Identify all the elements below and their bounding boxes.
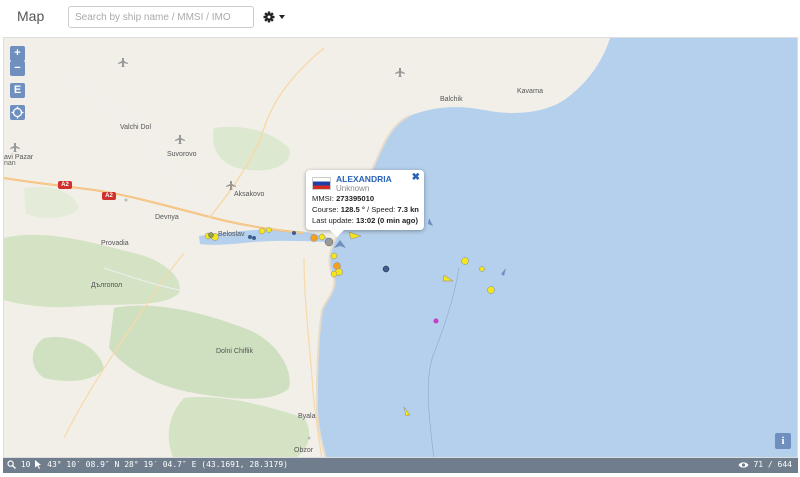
app-title[interactable]: Map [17,8,44,24]
popup-mmsi: MMSI: 273395010 [312,194,375,203]
zoom-out-button[interactable]: − [10,61,25,76]
place-nan: nan [4,160,16,167]
place-aksakovo: Aksakovo [234,191,265,198]
crosshair-icon [11,106,24,119]
place-devnya: Devnya [155,214,179,221]
caret-down-icon [279,15,285,19]
popup-last-update: Last update: 13:02 (0 min ago) [312,216,418,225]
popup-course-speed: Course: 128.5 ° / Speed: 7.3 kn [312,205,419,214]
place-valchi-dol: Valchi Dol [120,124,151,131]
zoom-level: 10 [20,460,31,469]
place-suvorovo: Suvorovo [167,151,197,158]
visible-vessel-count: 71 / 644 [753,460,792,469]
settings-dropdown[interactable] [262,8,288,26]
status-right: 71 / 644 [738,460,792,469]
info-button[interactable]: i [775,433,791,449]
map-canvas[interactable]: Valchi Dol Suvorovo avi Pazar nan Aksako… [3,37,798,458]
status-bar: 10 43° 10′ 08.9″ N 28° 19′ 04.7″ E (43.1… [3,458,798,473]
vessel-popup: ALEXANDRIA Unknown ✖ MMSI: 273395010 Cou… [306,170,424,237]
top-bar: Map [0,0,800,36]
place-provadia: Provadia [101,240,129,247]
road-badge-a2: A2 [58,181,72,189]
locate-button[interactable] [10,105,25,120]
place-dalgopol: Дългопол [91,282,123,289]
eye-icon [738,461,749,468]
popup-ship-type: Unknown [336,184,370,193]
zoom-in-button[interactable]: + [10,46,25,61]
place-beloslav: Beloslav [218,231,245,238]
place-obzor: Obzor [294,447,314,454]
place-kavarna: Kavarna [517,88,544,95]
place-dolni-chiflik: Dolni Chiflik [216,348,253,355]
ship-search-input[interactable] [68,6,254,28]
close-icon[interactable]: ✖ [412,172,420,183]
place-balchik: Balchik [440,96,463,103]
gear-icon [263,11,285,23]
road-badge-a2: A2 [102,192,116,200]
cursor-coordinates: 43° 10′ 08.9″ N 28° 19′ 04.7″ E (43.1691… [47,460,288,469]
status-left: 10 43° 10′ 08.9″ N 28° 19′ 04.7″ E (43.1… [7,460,288,469]
popup-ship-name[interactable]: ALEXANDRIA [336,174,392,184]
place-byala: Byala [298,413,316,420]
russia-flag-icon [312,177,331,190]
pointer-icon [35,460,42,469]
e-button[interactable]: E [10,83,25,98]
magnifier-icon [7,460,16,469]
map-basemap [4,38,797,457]
